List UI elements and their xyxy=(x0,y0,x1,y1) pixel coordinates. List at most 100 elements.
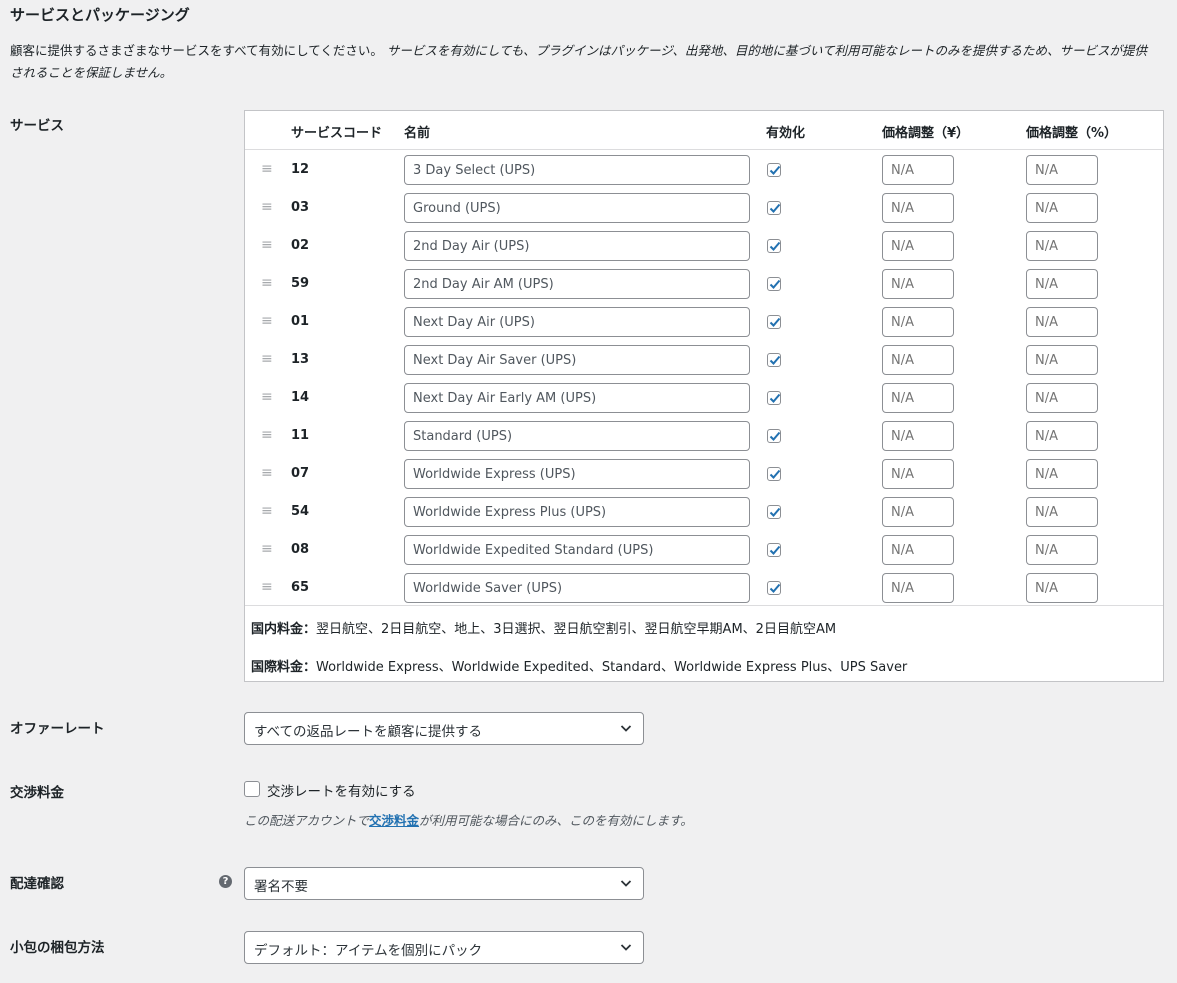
service-enabled-checkbox[interactable] xyxy=(767,467,781,481)
negotiated-rates-checkbox-label[interactable]: 交渉レートを有効にする xyxy=(267,780,416,800)
service-code: 12 xyxy=(291,162,310,177)
drag-handle-icon[interactable]: ≡ xyxy=(261,161,273,177)
checkmark-icon xyxy=(769,507,781,517)
price-adjust-yen-input[interactable] xyxy=(882,269,954,299)
services-table-header: サービスコード 名前 有効化 価格調整（¥） 価格調整（%） xyxy=(245,111,1163,150)
service-enabled-checkbox[interactable] xyxy=(767,201,781,215)
service-name-input[interactable] xyxy=(404,421,750,451)
delivery-confirmation-select[interactable]: 署名不要 xyxy=(244,867,644,900)
service-name-input[interactable] xyxy=(404,535,750,565)
checkmark-icon xyxy=(769,393,781,403)
chevron-down-icon xyxy=(618,875,634,895)
service-enabled-checkbox[interactable] xyxy=(767,163,781,177)
service-code: 11 xyxy=(291,428,310,443)
checkmark-icon xyxy=(769,583,781,593)
service-name-input[interactable] xyxy=(404,497,750,527)
service-name-input[interactable] xyxy=(404,269,750,299)
price-adjust-yen-input[interactable] xyxy=(882,535,954,565)
description-plain: 顧客に提供するさまざまなサービスをすべて有効にしてください。 xyxy=(10,43,383,58)
header-service-code: サービスコード xyxy=(291,126,383,141)
price-adjust-yen-input[interactable] xyxy=(882,155,954,185)
checkmark-icon xyxy=(769,545,781,555)
drag-handle-icon[interactable]: ≡ xyxy=(261,237,273,253)
offer-rates-select[interactable]: すべての返品レートを顧客に提供する xyxy=(244,712,644,745)
price-adjust-percent-input[interactable] xyxy=(1026,573,1098,603)
price-adjust-percent-input[interactable] xyxy=(1026,421,1098,451)
drag-handle-icon[interactable]: ≡ xyxy=(261,503,273,519)
service-enabled-checkbox[interactable] xyxy=(767,239,781,253)
price-adjust-yen-input[interactable] xyxy=(882,421,954,451)
service-name-input[interactable] xyxy=(404,459,750,489)
drag-handle-icon[interactable]: ≡ xyxy=(261,389,273,405)
price-adjust-yen-input[interactable] xyxy=(882,383,954,413)
service-enabled-checkbox[interactable] xyxy=(767,353,781,367)
service-row: ≡ 01 xyxy=(245,303,1163,341)
drag-handle-icon[interactable]: ≡ xyxy=(261,541,273,557)
negotiated-rates-label: 交渉料金 xyxy=(10,785,64,801)
domestic-rates-line: 国内料金：翌日航空、2日目航空、地上、3日選択、翌日航空割引、翌日航空早期AM、… xyxy=(251,618,836,637)
header-price-adjust-percent: 価格調整（%） xyxy=(1026,126,1118,141)
header-enabled: 有効化 xyxy=(766,126,806,141)
service-enabled-checkbox[interactable] xyxy=(767,543,781,557)
price-adjust-percent-input[interactable] xyxy=(1026,459,1098,489)
section-description: 顧客に提供するさまざまなサービスをすべて有効にしてください。 サービスを有効にし… xyxy=(10,40,1175,84)
service-enabled-checkbox[interactable] xyxy=(767,581,781,595)
price-adjust-yen-input[interactable] xyxy=(882,193,954,223)
price-adjust-percent-input[interactable] xyxy=(1026,307,1098,337)
service-name-input[interactable] xyxy=(404,383,750,413)
price-adjust-percent-input[interactable] xyxy=(1026,269,1098,299)
service-name-input[interactable] xyxy=(404,193,750,223)
packing-method-select[interactable]: デフォルト：アイテムを個別にパック xyxy=(244,931,644,964)
service-code: 59 xyxy=(291,276,310,291)
price-adjust-percent-input[interactable] xyxy=(1026,193,1098,223)
drag-handle-icon[interactable]: ≡ xyxy=(261,465,273,481)
price-adjust-percent-input[interactable] xyxy=(1026,345,1098,375)
domestic-rates-text: 翌日航空、2日目航空、地上、3日選択、翌日航空割引、翌日航空早期AM、2日目航空… xyxy=(316,622,837,637)
chevron-down-icon xyxy=(618,720,634,740)
negotiated-rates-checkbox[interactable] xyxy=(244,781,260,797)
help-icon[interactable]: ? xyxy=(219,875,232,888)
drag-handle-icon[interactable]: ≡ xyxy=(261,275,273,291)
service-enabled-checkbox[interactable] xyxy=(767,315,781,329)
price-adjust-percent-input[interactable] xyxy=(1026,383,1098,413)
service-name-input[interactable] xyxy=(404,345,750,375)
price-adjust-percent-input[interactable] xyxy=(1026,497,1098,527)
price-adjust-yen-input[interactable] xyxy=(882,307,954,337)
price-adjust-percent-input[interactable] xyxy=(1026,535,1098,565)
price-adjust-yen-input[interactable] xyxy=(882,459,954,489)
packing-method-value: デフォルト：アイテムを個別にパック xyxy=(254,943,483,959)
price-adjust-yen-input[interactable] xyxy=(882,231,954,261)
service-name-input[interactable] xyxy=(404,573,750,603)
checkmark-icon xyxy=(769,431,781,441)
negotiated-rates-note: この配送アカウントで交渉料金が利用可能な場合にのみ、このを有効にします。 xyxy=(244,810,693,829)
drag-handle-icon[interactable]: ≡ xyxy=(261,427,273,443)
service-row: ≡ 02 xyxy=(245,227,1163,265)
price-adjust-percent-input[interactable] xyxy=(1026,155,1098,185)
international-rates-line: 国際料金：Worldwide Express、Worldwide Expedit… xyxy=(251,656,907,675)
price-adjust-yen-input[interactable] xyxy=(882,345,954,375)
packing-method-label: 小包の梱包方法 xyxy=(10,940,105,956)
checkmark-icon xyxy=(769,203,781,213)
price-adjust-percent-input[interactable] xyxy=(1026,231,1098,261)
service-row: ≡ 08 xyxy=(245,531,1163,569)
offer-rates-label: オファーレート xyxy=(10,721,105,737)
drag-handle-icon[interactable]: ≡ xyxy=(261,199,273,215)
price-adjust-yen-input[interactable] xyxy=(882,573,954,603)
negotiated-rates-link[interactable]: 交渉料金 xyxy=(369,813,419,828)
drag-handle-icon[interactable]: ≡ xyxy=(261,351,273,367)
service-row: ≡ 54 xyxy=(245,493,1163,531)
service-name-input[interactable] xyxy=(404,231,750,261)
service-enabled-checkbox[interactable] xyxy=(767,391,781,405)
drag-handle-icon[interactable]: ≡ xyxy=(261,579,273,595)
service-enabled-checkbox[interactable] xyxy=(767,505,781,519)
service-row: ≡ 03 xyxy=(245,189,1163,227)
drag-handle-icon[interactable]: ≡ xyxy=(261,313,273,329)
delivery-confirmation-label: 配達確認 xyxy=(10,876,64,892)
service-enabled-checkbox[interactable] xyxy=(767,277,781,291)
service-name-input[interactable] xyxy=(404,155,750,185)
price-adjust-yen-input[interactable] xyxy=(882,497,954,527)
checkmark-icon xyxy=(769,241,781,251)
service-name-input[interactable] xyxy=(404,307,750,337)
service-enabled-checkbox[interactable] xyxy=(767,429,781,443)
services-table-footer: 国内料金：翌日航空、2日目航空、地上、3日選択、翌日航空割引、翌日航空早期AM、… xyxy=(245,605,1163,675)
